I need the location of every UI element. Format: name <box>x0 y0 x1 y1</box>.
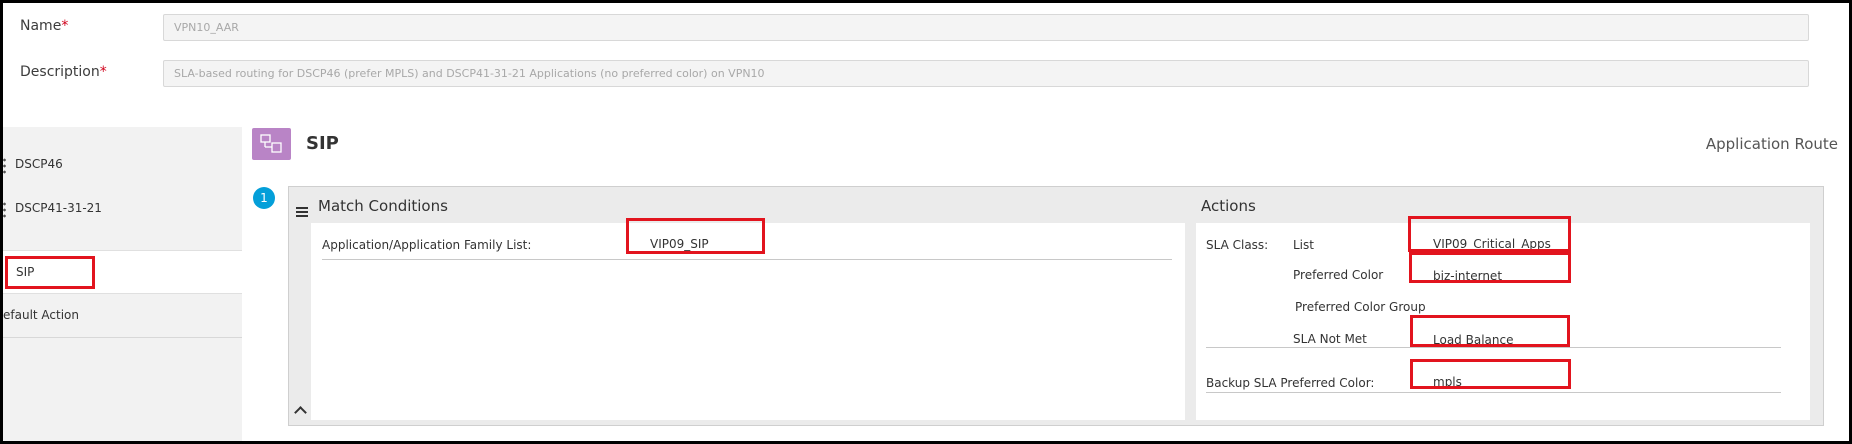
sla-class-label: SLA Class: <box>1206 238 1269 252</box>
highlight-box <box>1408 216 1571 252</box>
application-route-icon <box>252 128 291 160</box>
description-label: Description* <box>20 64 107 80</box>
match-condition-label: Application/Application Family List: <box>322 238 532 252</box>
sidebar-item-dscp46[interactable]: DSCP46 <box>3 143 242 187</box>
highlight-box <box>1410 359 1571 389</box>
backup-sla-label: Backup SLA Preferred Color: <box>1206 376 1375 390</box>
preferred-color-group-label: Preferred Color Group <box>1295 300 1426 314</box>
actions-title: Actions <box>1201 197 1256 215</box>
highlight-box <box>1409 252 1571 283</box>
backup-sla-divider <box>1206 392 1781 393</box>
name-field[interactable]: VPN10_AAR <box>163 14 1809 41</box>
highlight-box <box>1410 315 1570 347</box>
preferred-color-label: Preferred Color <box>1293 268 1384 282</box>
name-label: Name* <box>20 18 69 34</box>
sequence-type-label: Application Route <box>1705 135 1838 153</box>
highlight-box <box>626 218 765 254</box>
sequence-title: SIP <box>306 133 339 154</box>
sla-class-divider <box>1206 347 1781 348</box>
sla-list-label: List <box>1293 238 1314 252</box>
sidebar-item-default-action[interactable]: efault Action <box>3 294 242 338</box>
chevron-up-icon[interactable] <box>294 406 307 419</box>
menu-icon[interactable] <box>296 207 308 217</box>
rule-card: Match Conditions Actions Application/App… <box>288 186 1824 426</box>
drag-handle-icon[interactable] <box>3 201 6 219</box>
match-conditions-title: Match Conditions <box>318 197 448 215</box>
description-field[interactable]: SLA-based routing for DSCP46 (prefer MPL… <box>163 60 1809 87</box>
match-condition-divider <box>322 259 1172 260</box>
highlight-box <box>5 256 95 289</box>
sidebar-item-dscp41-31-21[interactable]: DSCP41-31-21 <box>3 187 242 231</box>
sidebar-divider <box>3 337 242 338</box>
drag-handle-icon[interactable] <box>3 157 6 175</box>
rule-number-badge: 1 <box>253 187 275 209</box>
sla-not-met-label: SLA Not Met <box>1293 332 1367 346</box>
